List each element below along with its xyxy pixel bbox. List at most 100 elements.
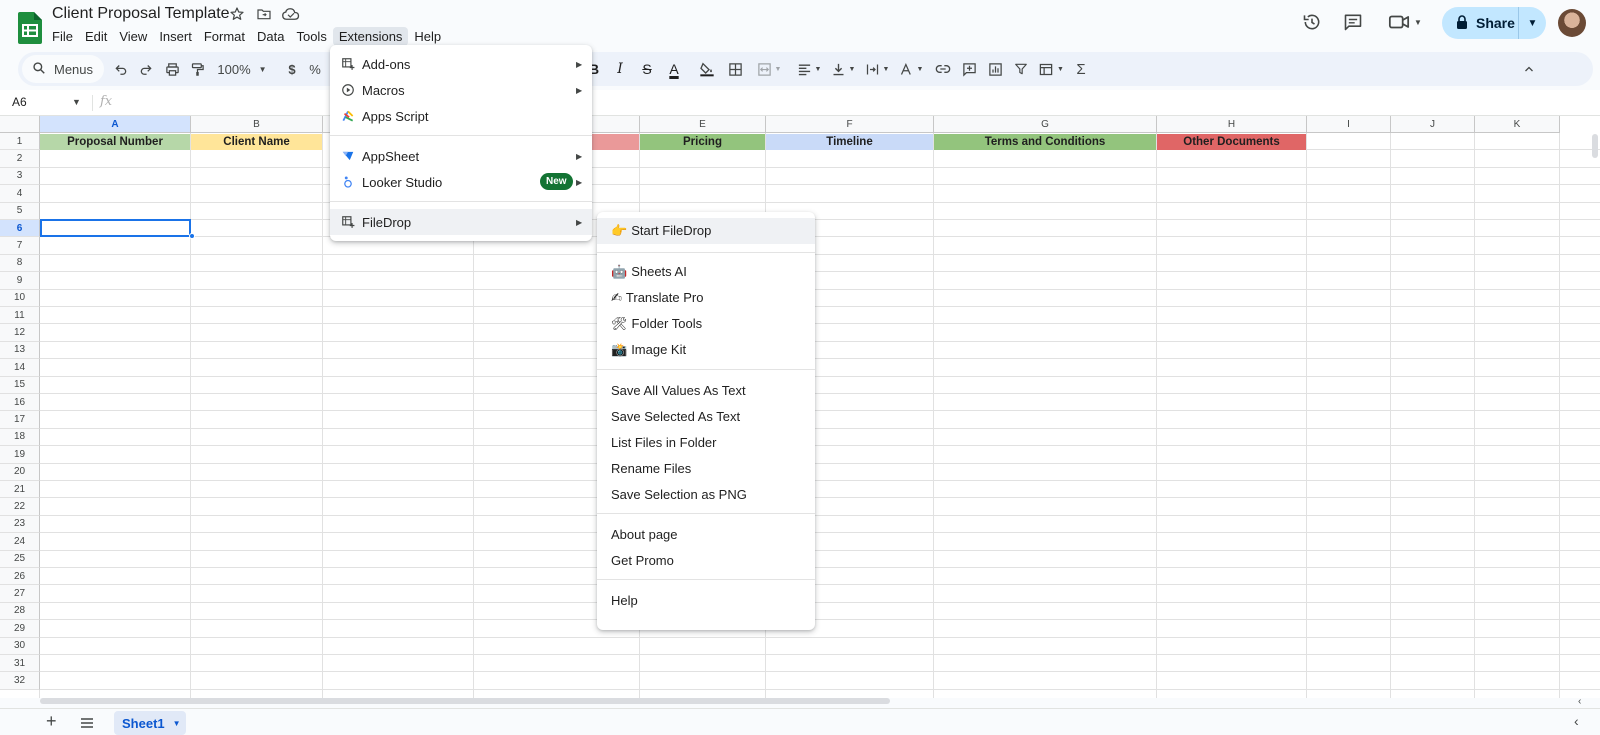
menu-item-about-page[interactable]: About page xyxy=(597,521,815,547)
menu-item-save-selected[interactable]: Save Selected As Text xyxy=(597,403,815,429)
row-header-32[interactable]: 32 xyxy=(0,672,40,690)
menu-format[interactable]: Format xyxy=(198,27,251,46)
menu-item-start-filedrop[interactable]: 👉 Start FileDrop xyxy=(597,218,815,244)
explore-collapse-chevron-icon[interactable]: ‹ xyxy=(1574,713,1579,729)
menu-item-rename-files[interactable]: Rename Files xyxy=(597,455,815,481)
menu-item-filedrop[interactable]: FileDrop ▶ xyxy=(330,209,592,235)
menu-item-image-kit[interactable]: 📸 Image Kit xyxy=(597,337,815,363)
collapse-toolbar-chevron-icon[interactable] xyxy=(1518,57,1540,81)
meet-video-icon[interactable]: ▼ xyxy=(1383,6,1427,38)
insert-comment-icon[interactable] xyxy=(958,57,980,81)
document-title[interactable]: Client Proposal Template xyxy=(52,5,230,23)
header-cell-e[interactable]: Pricing xyxy=(640,134,765,150)
row-header-7[interactable]: 7 xyxy=(0,237,40,255)
row-header-14[interactable]: 14 xyxy=(0,359,40,377)
row-header-17[interactable]: 17 xyxy=(0,411,40,429)
menu-item-list-files[interactable]: List Files in Folder xyxy=(597,429,815,455)
column-header-f[interactable]: F xyxy=(766,116,934,133)
row-header-25[interactable]: 25 xyxy=(0,550,40,568)
row-header-10[interactable]: 10 xyxy=(0,289,40,307)
selected-cell[interactable] xyxy=(40,219,191,238)
menu-file[interactable]: File xyxy=(46,27,79,46)
row-header-9[interactable]: 9 xyxy=(0,272,40,290)
menu-tools[interactable]: Tools xyxy=(290,27,332,46)
row-header-2[interactable]: 2 xyxy=(0,150,40,168)
column-header-b[interactable]: B xyxy=(191,116,323,133)
menu-extensions[interactable]: Extensions xyxy=(332,27,409,46)
menu-edit[interactable]: Edit xyxy=(79,27,113,46)
row-header-24[interactable]: 24 xyxy=(0,533,40,551)
scroll-left-chevron-icon[interactable]: ‹ xyxy=(1578,696,1581,707)
sheet-tab-sheet1[interactable]: Sheet1 ▼ xyxy=(114,711,186,735)
column-header-e[interactable]: E xyxy=(640,116,766,133)
column-header-k[interactable]: K xyxy=(1475,116,1560,133)
filter-icon[interactable] xyxy=(1010,57,1032,81)
column-header-i[interactable]: I xyxy=(1307,116,1391,133)
merge-cells-icon[interactable]: ▼ xyxy=(752,57,786,81)
menu-item-get-promo[interactable]: Get Promo xyxy=(597,547,815,573)
row-header-15[interactable]: 15 xyxy=(0,376,40,394)
row-header-19[interactable]: 19 xyxy=(0,446,40,464)
fill-color-icon[interactable] xyxy=(696,57,718,81)
paint-format-icon[interactable] xyxy=(186,57,208,81)
menu-item-add-ons[interactable]: Add-ons ▶ xyxy=(330,51,592,77)
row-header-28[interactable]: 28 xyxy=(0,602,40,621)
text-rotation-icon[interactable]: ▼ xyxy=(896,57,926,81)
row-header-27[interactable]: 27 xyxy=(0,585,40,603)
undo-icon[interactable] xyxy=(110,57,132,81)
menu-item-translate-pro[interactable]: ✍ Translate Pro xyxy=(597,285,815,311)
user-avatar[interactable] xyxy=(1558,9,1586,37)
currency-format-button[interactable]: $ xyxy=(282,57,302,81)
row-header-3[interactable]: 3 xyxy=(0,167,40,186)
redo-icon[interactable] xyxy=(135,57,157,81)
row-header-31[interactable]: 31 xyxy=(0,655,40,673)
text-wrapping-icon[interactable]: ▼ xyxy=(862,57,892,81)
cloud-saved-icon[interactable] xyxy=(282,6,302,26)
row-header-23[interactable]: 23 xyxy=(0,515,40,534)
menu-data[interactable]: Data xyxy=(251,27,290,46)
menu-item-appsheet[interactable]: AppSheet ▶ xyxy=(330,143,592,169)
row-header-26[interactable]: 26 xyxy=(0,568,40,586)
header-cell-g[interactable]: Terms and Conditions xyxy=(934,134,1156,150)
row-header-8[interactable]: 8 xyxy=(0,254,40,273)
row-header-12[interactable]: 12 xyxy=(0,324,40,342)
functions-button[interactable]: Σ xyxy=(1072,57,1090,81)
menu-item-folder-tools[interactable]: 🛠 Folder Tools xyxy=(597,311,815,337)
menu-help[interactable]: Help xyxy=(408,27,447,46)
row-header-22[interactable]: 22 xyxy=(0,498,40,516)
vertical-align-icon[interactable]: ▼ xyxy=(828,57,858,81)
row-header-4[interactable]: 4 xyxy=(0,185,40,203)
row-header-30[interactable]: 30 xyxy=(0,637,40,655)
move-folder-icon[interactable] xyxy=(256,6,276,26)
column-header-a[interactable]: A xyxy=(40,116,191,133)
all-sheets-icon[interactable] xyxy=(80,716,94,734)
vertical-scrollbar-thumb[interactable] xyxy=(1592,134,1598,158)
menu-insert[interactable]: Insert xyxy=(153,27,198,46)
header-cell-a[interactable]: Proposal Number xyxy=(40,134,190,150)
share-button[interactable]: Share xyxy=(1442,7,1530,39)
column-header-h[interactable]: H xyxy=(1157,116,1307,133)
menu-item-looker-studio[interactable]: Looker Studio New ▶ xyxy=(330,169,592,195)
percent-format-button[interactable]: % xyxy=(306,57,324,81)
add-sheet-icon[interactable]: + xyxy=(46,711,57,732)
menu-item-save-all-values[interactable]: Save All Values As Text xyxy=(597,377,815,403)
row-header-1[interactable]: 1 xyxy=(0,133,40,151)
column-header-g[interactable]: G xyxy=(934,116,1157,133)
menu-item-macros[interactable]: Macros ▶ xyxy=(330,77,592,103)
fill-handle[interactable] xyxy=(189,233,195,240)
header-cell-f[interactable]: Timeline xyxy=(766,134,933,150)
version-history-icon[interactable] xyxy=(1296,6,1328,38)
menu-item-apps-script[interactable]: Apps Script xyxy=(330,103,592,129)
row-header-18[interactable]: 18 xyxy=(0,428,40,447)
borders-icon[interactable] xyxy=(724,57,746,81)
horizontal-scrollbar-thumb[interactable] xyxy=(40,698,890,704)
row-header-20[interactable]: 20 xyxy=(0,463,40,481)
row-header-29[interactable]: 29 xyxy=(0,620,40,638)
row-header-11[interactable]: 11 xyxy=(0,307,40,325)
italic-button[interactable]: I xyxy=(610,57,630,81)
strikethrough-button[interactable]: S xyxy=(636,57,658,81)
row-header-6[interactable]: 6 xyxy=(0,220,40,238)
share-dropdown-chevron-icon[interactable]: ▼ xyxy=(1518,7,1546,39)
comments-icon[interactable] xyxy=(1337,6,1369,38)
row-header-13[interactable]: 13 xyxy=(0,341,40,360)
